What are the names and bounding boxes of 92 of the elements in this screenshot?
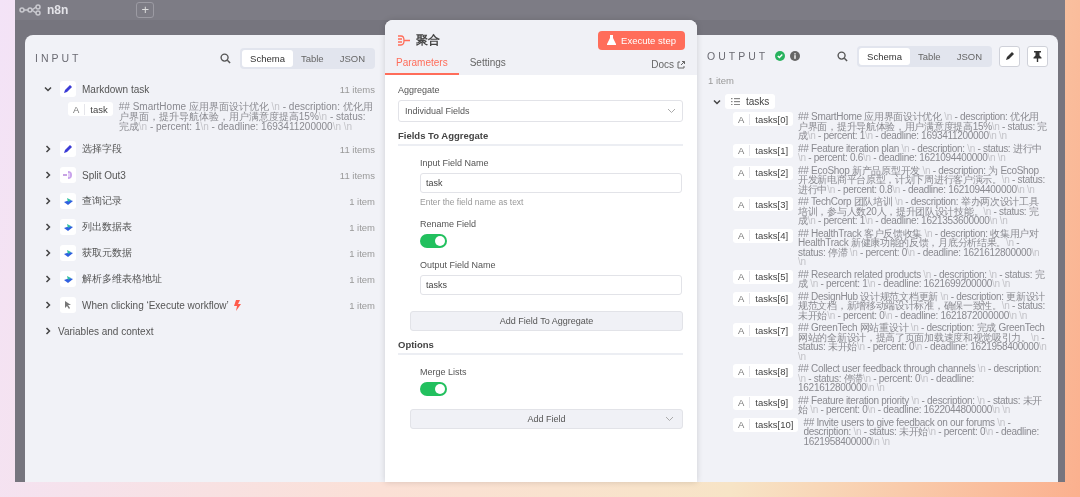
logo-text: n8n — [47, 3, 69, 17]
chevron-icon[interactable] — [44, 197, 52, 205]
field-tag: A tasks[5] — [733, 269, 794, 284]
pin-icon — [1033, 50, 1042, 62]
section-label[interactable]: Variables and context — [58, 325, 154, 337]
app-icon — [62, 248, 74, 258]
pin-button[interactable] — [1027, 45, 1048, 67]
node-name[interactable]: Split Out3 — [82, 169, 126, 181]
item-count: 11 items — [339, 83, 375, 95]
section-heading: Options — [398, 339, 683, 355]
chevron-icon[interactable] — [44, 275, 52, 283]
chevron-icon[interactable] — [44, 223, 52, 231]
field-tag: A tasks[8] — [733, 364, 794, 378]
chevron-icon[interactable] — [713, 97, 721, 106]
chevron-icon[interactable] — [44, 249, 52, 257]
split-icon — [62, 170, 74, 180]
field-label: Output Field Name — [420, 260, 496, 270]
search-icon[interactable] — [220, 52, 232, 64]
field-hint: Enter the field name as text — [420, 197, 524, 207]
node-title: 聚合 — [416, 32, 440, 48]
field-tag: A tasks[6] — [733, 291, 794, 306]
pencil-icon — [63, 144, 73, 154]
field-tag: A tasks[4] — [733, 228, 794, 243]
node-name[interactable]: 查询记录 — [82, 194, 122, 208]
field-tag: A tasks[3] — [733, 197, 794, 211]
field-tag: A tasks[0] — [733, 112, 794, 126]
logo-icon — [19, 4, 41, 16]
field-tag: A tasks[7] — [733, 323, 794, 337]
field-tag: A tasks[9] — [733, 395, 794, 410]
input-field[interactable]: task — [420, 173, 682, 193]
search-icon[interactable] — [837, 50, 849, 62]
node-name[interactable]: Markdown task — [82, 83, 150, 95]
item-count: 1 item — [349, 195, 375, 207]
field-label: Aggregate — [398, 85, 441, 95]
external-link-icon — [677, 60, 685, 69]
lightning-icon — [233, 299, 241, 311]
item-count: 1 item — [349, 221, 375, 233]
field-label: Rename Field — [420, 219, 477, 229]
chevron-icon[interactable] — [44, 171, 52, 179]
panel-title: INPUT — [35, 52, 82, 64]
info-icon — [790, 51, 801, 61]
item-count: 11 items — [339, 169, 375, 181]
item-count: 1 item — [349, 273, 375, 285]
field-tag: A tasks[10] — [733, 417, 799, 432]
field-tag: A tasks[1] — [733, 143, 794, 158]
section-heading: Fields To Aggregate — [398, 130, 683, 146]
view-tab[interactable]: Table — [292, 49, 332, 67]
chevron-down-icon — [667, 108, 676, 114]
view-tab[interactable]: JSON — [331, 49, 373, 67]
item-count: 1 item — [708, 75, 735, 86]
aggregate-select[interactable]: Individual Fields — [398, 100, 683, 122]
edit-button[interactable] — [999, 45, 1020, 67]
node-name[interactable]: 选择字段 — [82, 142, 122, 156]
pencil-icon — [1004, 51, 1015, 61]
docs-link[interactable]: Docs — [651, 59, 685, 75]
field-label: Merge Lists — [420, 367, 467, 377]
panel-tab[interactable]: Settings — [458, 57, 517, 75]
app-icon — [62, 196, 74, 206]
aggregate-icon — [397, 34, 411, 46]
view-tab[interactable]: Schema — [242, 49, 293, 67]
item-count: 1 item — [349, 247, 375, 259]
item-count: 1 item — [349, 299, 375, 311]
node-name[interactable]: When clicking ‘Execute workflow’ — [82, 299, 229, 311]
item-count: 11 items — [339, 143, 375, 155]
field-label: Input Field Name — [420, 158, 489, 168]
chevron-icon[interactable] — [44, 327, 52, 335]
app-icon — [62, 274, 74, 284]
cursor-icon — [64, 300, 72, 310]
chevron-icon[interactable] — [44, 301, 52, 309]
input-field[interactable]: tasks — [420, 275, 682, 295]
field-tag: tasks — [725, 94, 776, 109]
flask-icon — [607, 35, 617, 45]
list-icon — [731, 98, 740, 105]
node-name[interactable]: 获取元数据 — [82, 246, 132, 260]
panel-title: OUTPUT — [707, 50, 769, 62]
pencil-icon — [63, 84, 73, 94]
add-field-button[interactable]: Add Field To Aggregate — [410, 311, 683, 331]
field-tag: A task — [68, 102, 113, 116]
add-field-dropdown[interactable]: Add Field — [410, 409, 683, 429]
chevron-down-icon — [665, 416, 674, 422]
chevron-icon[interactable] — [44, 145, 52, 153]
app-icon — [62, 222, 74, 232]
toggle-switch[interactable] — [420, 234, 447, 248]
view-tab[interactable]: Schema — [859, 47, 910, 65]
view-tab[interactable]: Table — [909, 47, 949, 65]
node-name[interactable]: 列出数据表 — [82, 220, 132, 234]
view-tab[interactable]: JSON — [948, 47, 990, 65]
check-icon — [775, 51, 786, 61]
node-name[interactable]: 解析多维表格地址 — [82, 272, 162, 286]
chevron-icon[interactable] — [44, 85, 52, 93]
field-tag: A tasks[2] — [733, 165, 794, 180]
toggle-switch[interactable] — [420, 382, 447, 396]
